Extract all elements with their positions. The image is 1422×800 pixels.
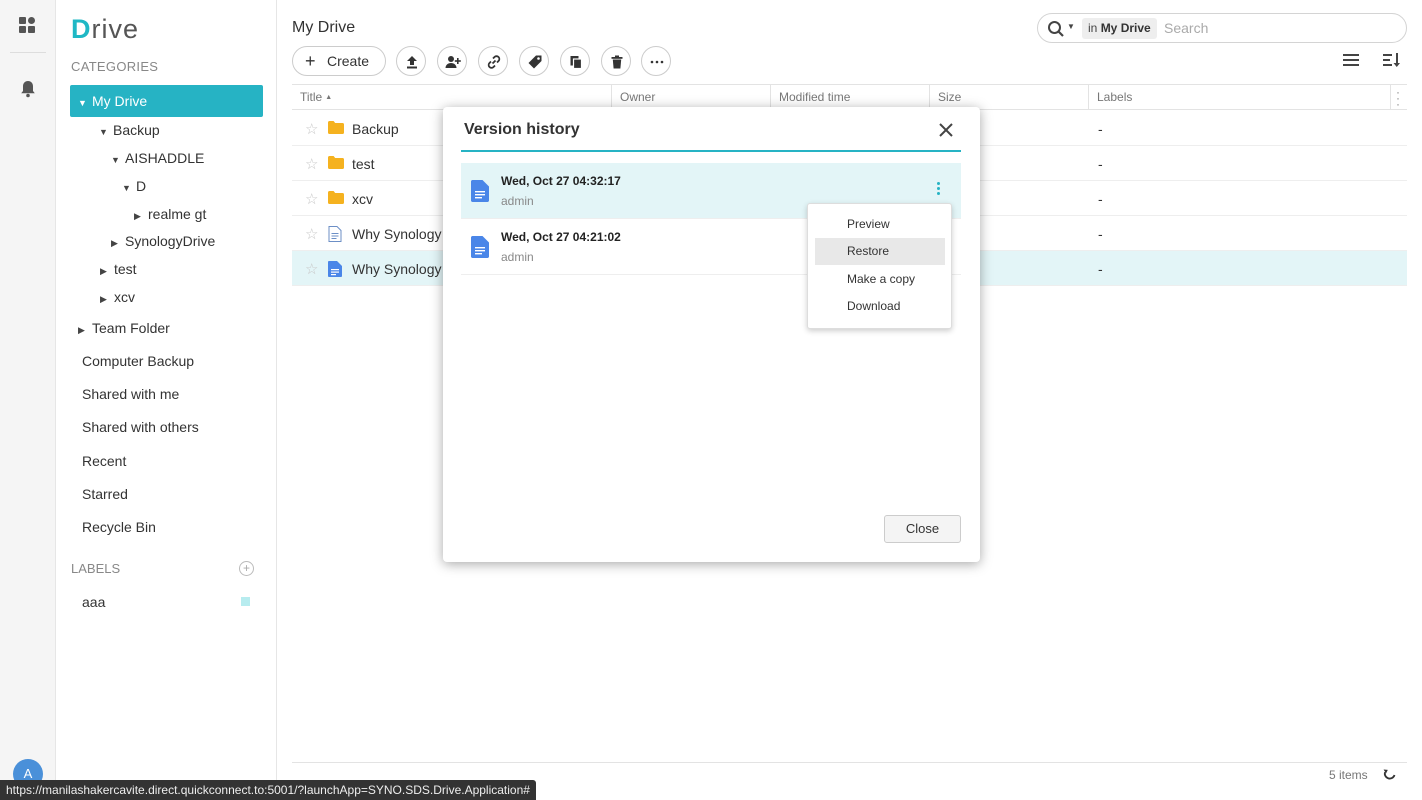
plus-icon: + bbox=[305, 51, 316, 71]
tag-icon bbox=[528, 55, 542, 69]
caret-down-icon[interactable]: ▼ bbox=[122, 174, 136, 202]
star-icon[interactable]: ☆ bbox=[305, 190, 318, 208]
tree-item-xcv[interactable]: ▶ xcv bbox=[100, 283, 135, 311]
copy-icon bbox=[570, 56, 583, 70]
drive-logo: Drive bbox=[71, 14, 140, 44]
version-history-dialog: Version history Wed, Oct 27 04:32:17 adm… bbox=[443, 107, 980, 562]
rail-divider bbox=[10, 52, 46, 53]
caret-down-icon[interactable]: ▼ bbox=[99, 118, 113, 146]
labels-heading: LABELS bbox=[71, 561, 121, 576]
folder-icon bbox=[328, 156, 344, 172]
document-icon bbox=[471, 236, 489, 261]
sidebar-item-my-drive[interactable]: ▼ My Drive bbox=[70, 85, 263, 117]
app-rail: A bbox=[0, 0, 56, 800]
sidebar-item-shared-with-me[interactable]: Shared with me bbox=[82, 380, 179, 408]
link-button[interactable] bbox=[478, 46, 508, 76]
sidebar-item-recycle-bin[interactable]: Recycle Bin bbox=[82, 513, 156, 541]
menu-item-restore[interactable]: Restore bbox=[815, 238, 945, 265]
menu-item-make-a-copy[interactable]: Make a copy bbox=[815, 266, 945, 293]
sidebar-item-computer-backup[interactable]: Computer Backup bbox=[82, 347, 194, 375]
title-divider bbox=[461, 150, 961, 152]
label-color-swatch bbox=[241, 597, 250, 606]
close-icon[interactable] bbox=[937, 121, 955, 142]
star-icon[interactable]: ☆ bbox=[305, 120, 318, 138]
menu-item-preview[interactable]: Preview bbox=[815, 211, 945, 238]
more-button[interactable] bbox=[641, 46, 671, 76]
upload-icon bbox=[407, 56, 417, 69]
column-labels[interactable]: Labels bbox=[1089, 85, 1391, 110]
sidebar: Drive CATEGORIES ▼ My Drive ▼ Backup ▼ AISH… bbox=[56, 0, 277, 800]
caret-down-icon[interactable]: ▼ bbox=[78, 87, 92, 119]
column-menu-icon[interactable]: · · · bbox=[1396, 86, 1400, 110]
chevron-down-icon[interactable]: ▼ bbox=[1067, 22, 1075, 31]
search-input[interactable]: Search bbox=[1164, 20, 1208, 36]
folder-icon bbox=[328, 121, 344, 137]
tree-item-synologydrive[interactable]: ▶ SynologyDrive bbox=[111, 227, 215, 255]
sidebar-item-team-folder[interactable]: ▶ Team Folder bbox=[78, 314, 170, 342]
categories-heading: CATEGORIES bbox=[71, 59, 159, 74]
tree-item-aishaddle[interactable]: ▼ AISHADDLE bbox=[111, 144, 204, 172]
caret-right-icon[interactable]: ▶ bbox=[78, 316, 92, 344]
trash-icon bbox=[611, 55, 623, 69]
caret-right-icon[interactable]: ▶ bbox=[134, 202, 148, 230]
label-button[interactable] bbox=[519, 46, 549, 76]
sidebar-item-starred[interactable]: Starred bbox=[82, 480, 128, 508]
refresh-icon[interactable] bbox=[1383, 768, 1397, 785]
caret-right-icon[interactable]: ▶ bbox=[111, 229, 125, 257]
upload-button[interactable] bbox=[396, 46, 426, 76]
search-box[interactable]: ▼ in My Drive Search bbox=[1037, 13, 1407, 43]
document-outline-icon bbox=[328, 226, 342, 245]
document-icon bbox=[471, 180, 489, 205]
apps-grid-icon[interactable] bbox=[19, 17, 37, 35]
tree-item-d[interactable]: ▼ D bbox=[122, 172, 146, 200]
tree-item-realme-gt[interactable]: ▶ realme gt bbox=[134, 200, 206, 228]
delete-button[interactable] bbox=[601, 46, 631, 76]
kebab-menu-icon[interactable] bbox=[937, 182, 943, 197]
link-icon bbox=[487, 55, 501, 69]
sort-icon[interactable] bbox=[1383, 52, 1401, 71]
add-label-icon[interactable]: + bbox=[239, 561, 254, 576]
tree-item-test[interactable]: ▶ test bbox=[100, 255, 137, 283]
close-button[interactable]: Close bbox=[884, 515, 961, 543]
share-button[interactable] bbox=[437, 46, 467, 76]
caret-right-icon[interactable]: ▶ bbox=[100, 257, 114, 285]
sort-asc-icon: ▲ bbox=[325, 94, 333, 101]
more-icon bbox=[650, 60, 664, 64]
caret-down-icon[interactable]: ▼ bbox=[111, 146, 125, 174]
list-view-icon[interactable] bbox=[1343, 53, 1361, 70]
star-icon[interactable]: ☆ bbox=[305, 155, 318, 173]
browser-status-url: https://manilashakercavite.direct.quickc… bbox=[0, 780, 536, 800]
star-icon[interactable]: ☆ bbox=[305, 225, 318, 243]
sidebar-item-recent[interactable]: Recent bbox=[82, 447, 126, 475]
label-item[interactable]: aaa bbox=[82, 588, 105, 616]
menu-item-download[interactable]: Download bbox=[815, 293, 945, 320]
dialog-title: Version history bbox=[464, 121, 580, 138]
item-count: 5 items bbox=[1329, 768, 1368, 782]
document-icon bbox=[328, 261, 342, 280]
caret-right-icon[interactable]: ▶ bbox=[100, 285, 114, 313]
share-user-icon bbox=[445, 56, 461, 68]
create-button[interactable]: + Create bbox=[292, 46, 386, 76]
tree-item-backup[interactable]: ▼ Backup bbox=[99, 116, 160, 144]
page-title: My Drive bbox=[292, 19, 356, 36]
copy-button[interactable] bbox=[560, 46, 590, 76]
search-icon[interactable] bbox=[1047, 20, 1065, 41]
sidebar-item-shared-with-others[interactable]: Shared with others bbox=[82, 413, 199, 441]
bell-icon[interactable] bbox=[20, 80, 36, 101]
folder-icon bbox=[328, 191, 344, 207]
star-icon[interactable]: ☆ bbox=[305, 260, 318, 278]
version-context-menu: Preview Restore Make a copy Download bbox=[807, 203, 952, 329]
search-scope[interactable]: in My Drive bbox=[1082, 18, 1157, 39]
